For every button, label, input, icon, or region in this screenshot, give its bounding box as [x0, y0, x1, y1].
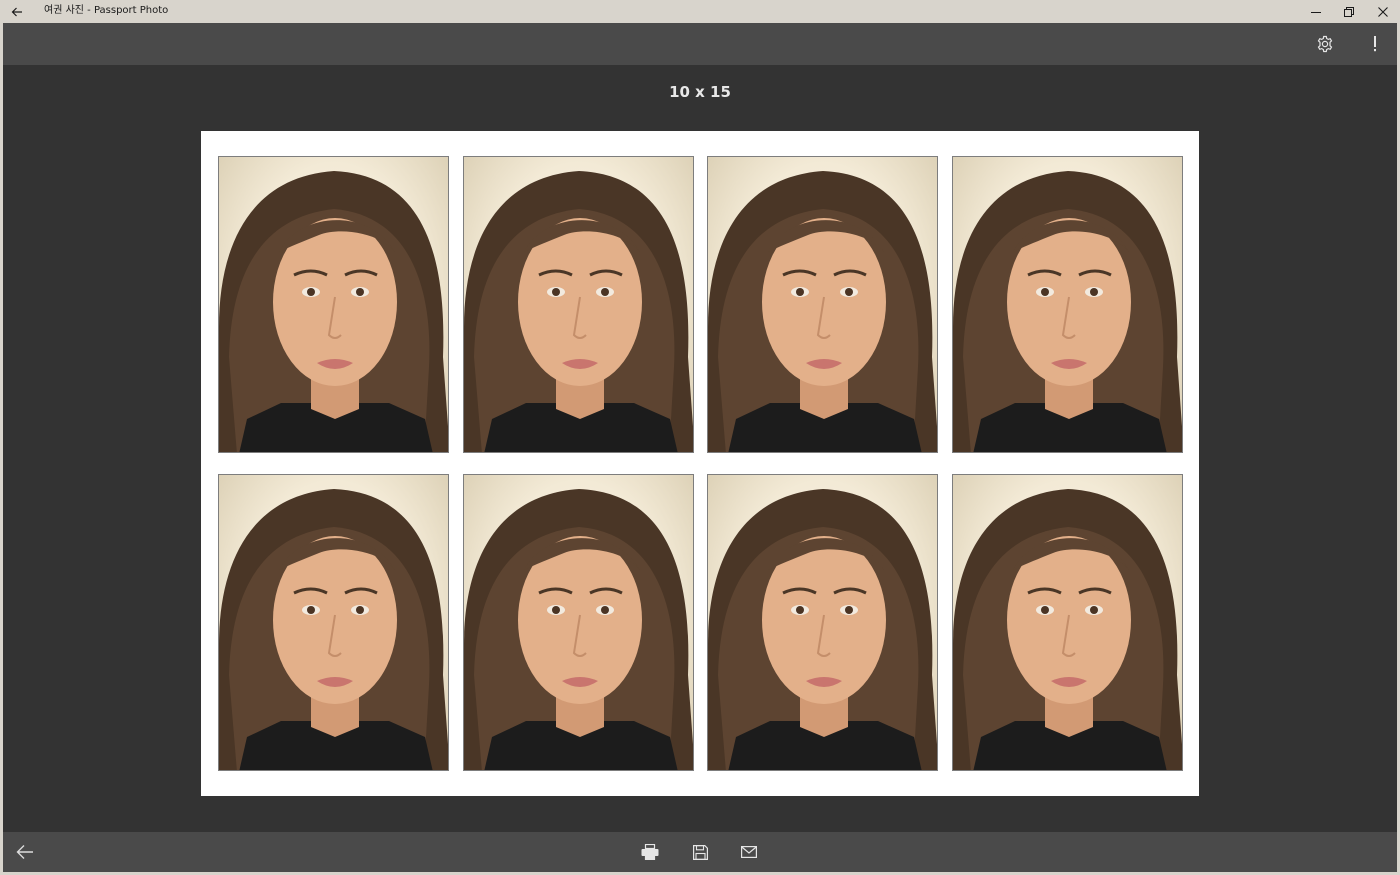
gear-icon: [1317, 35, 1333, 53]
exclamation-icon: [1374, 36, 1376, 52]
save-icon: [692, 844, 708, 860]
passport-photo: [463, 474, 694, 771]
back-button[interactable]: [5, 832, 45, 872]
settings-button[interactable]: [1305, 23, 1345, 65]
portrait-image: [953, 171, 1182, 452]
email-button[interactable]: [729, 832, 769, 872]
passport-photo: [218, 474, 449, 771]
close-icon: [1378, 6, 1388, 17]
back-arrow-icon: [11, 7, 22, 16]
bottom-app-bar: [3, 832, 1397, 872]
passport-photo: [952, 156, 1183, 453]
print-size-label: 10 x 15: [669, 83, 731, 101]
portrait-image: [219, 489, 448, 770]
minimize-button[interactable]: [1299, 0, 1333, 23]
save-button[interactable]: [680, 832, 720, 872]
restore-button[interactable]: [1332, 0, 1366, 23]
portrait-image: [953, 489, 1182, 770]
app-window: 여권 사진 - Passport Photo 10 x 15: [0, 0, 1400, 875]
portrait-image: [464, 489, 693, 770]
printer-icon: [641, 844, 659, 860]
passport-photo: [707, 156, 938, 453]
close-button[interactable]: [1366, 0, 1400, 23]
passport-photo: [707, 474, 938, 771]
portrait-image: [219, 171, 448, 452]
portrait-image: [708, 489, 937, 770]
app-content: 10 x 15: [3, 23, 1397, 872]
restore-icon: [1344, 6, 1354, 17]
print-sheet: [201, 131, 1199, 796]
portrait-image: [464, 171, 693, 452]
titlebar-back-button[interactable]: [6, 0, 28, 23]
title-bar: 여권 사진 - Passport Photo: [0, 0, 1400, 23]
portrait-image: [708, 171, 937, 452]
minimize-icon: [1311, 11, 1321, 13]
back-arrow-icon: [16, 845, 33, 859]
feedback-button[interactable]: [1355, 23, 1395, 65]
mail-icon: [741, 846, 757, 858]
command-bar: [3, 23, 1397, 65]
passport-photo: [463, 156, 694, 453]
print-button[interactable]: [630, 832, 670, 872]
passport-photo: [952, 474, 1183, 771]
window-title: 여권 사진 - Passport Photo: [44, 5, 169, 16]
passport-photo: [218, 156, 449, 453]
